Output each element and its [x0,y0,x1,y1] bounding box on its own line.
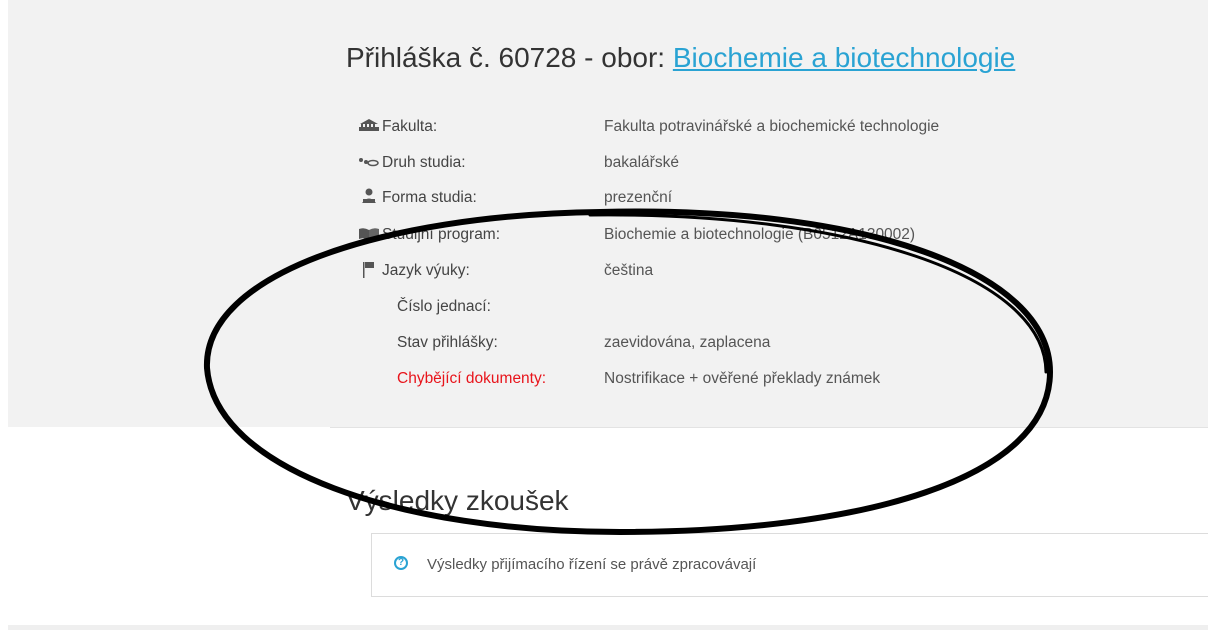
study-type-icon [359,154,379,168]
results-message: Výsledky přijímacího řízení se právě zpr… [427,556,757,573]
detail-value: čeština [604,262,654,279]
detail-value: Fakulta potravinářské a biochemické tech… [604,118,940,135]
detail-row-faculty: Fakulta: Fakulta potravinářské a biochem… [359,116,1180,140]
results-info-box: ? Výsledky přijímacího řízení se právě z… [371,533,1208,597]
detail-row-application-status: Stav přihlášky: zaevidována, zaplacena [360,332,1180,356]
detail-label: Číslo jednací: [397,298,491,315]
building-icon [359,118,379,132]
detail-row-language: Jazyk výuky: čeština [360,260,1180,284]
detail-label: Chybějící dokumenty: [397,370,547,387]
detail-row-missing-documents: Chybějící dokumenty: Nostrifikace + ověř… [360,368,1180,392]
detail-label: Fakulta: [382,118,438,135]
detail-value: zaevidována, zaplacena [604,334,771,351]
flag-icon [360,262,376,278]
section-divider [330,427,1208,428]
detail-row-study-form: Forma studia: prezenční [360,187,1180,211]
detail-value: prezenční [604,189,673,206]
detail-value: bakalářské [604,154,679,171]
detail-value: Nostrifikace + ověřené překlady známek [604,370,881,387]
field-of-study-link[interactable]: Biochemie a biotechnologie [673,42,1015,73]
person-icon [360,188,376,203]
detail-label: Stav přihlášky: [397,334,498,351]
detail-label: Jazyk výuky: [382,262,470,279]
detail-label: Druh studia: [382,154,466,171]
application-number: Přihláška č. 60728 - obor: [346,42,673,73]
footer-strip [8,625,1208,630]
detail-label: Studijní program: [382,226,501,243]
question-icon: ? [394,556,408,570]
detail-row-study-type: Druh studia: bakalářské [359,152,1180,176]
detail-row-study-program: Studijní program: Biochemie a biotechnol… [359,224,1180,248]
detail-value: Biochemie a biotechnologie (B0512A130002… [604,226,916,243]
book-icon [359,226,379,240]
application-title: Přihláška č. 60728 - obor: Biochemie a b… [346,42,1015,74]
detail-row-reference-number: Číslo jednací: [360,296,1180,320]
detail-label: Forma studia: [382,189,477,206]
exam-results-heading: Výsledky zkoušek [346,485,569,517]
